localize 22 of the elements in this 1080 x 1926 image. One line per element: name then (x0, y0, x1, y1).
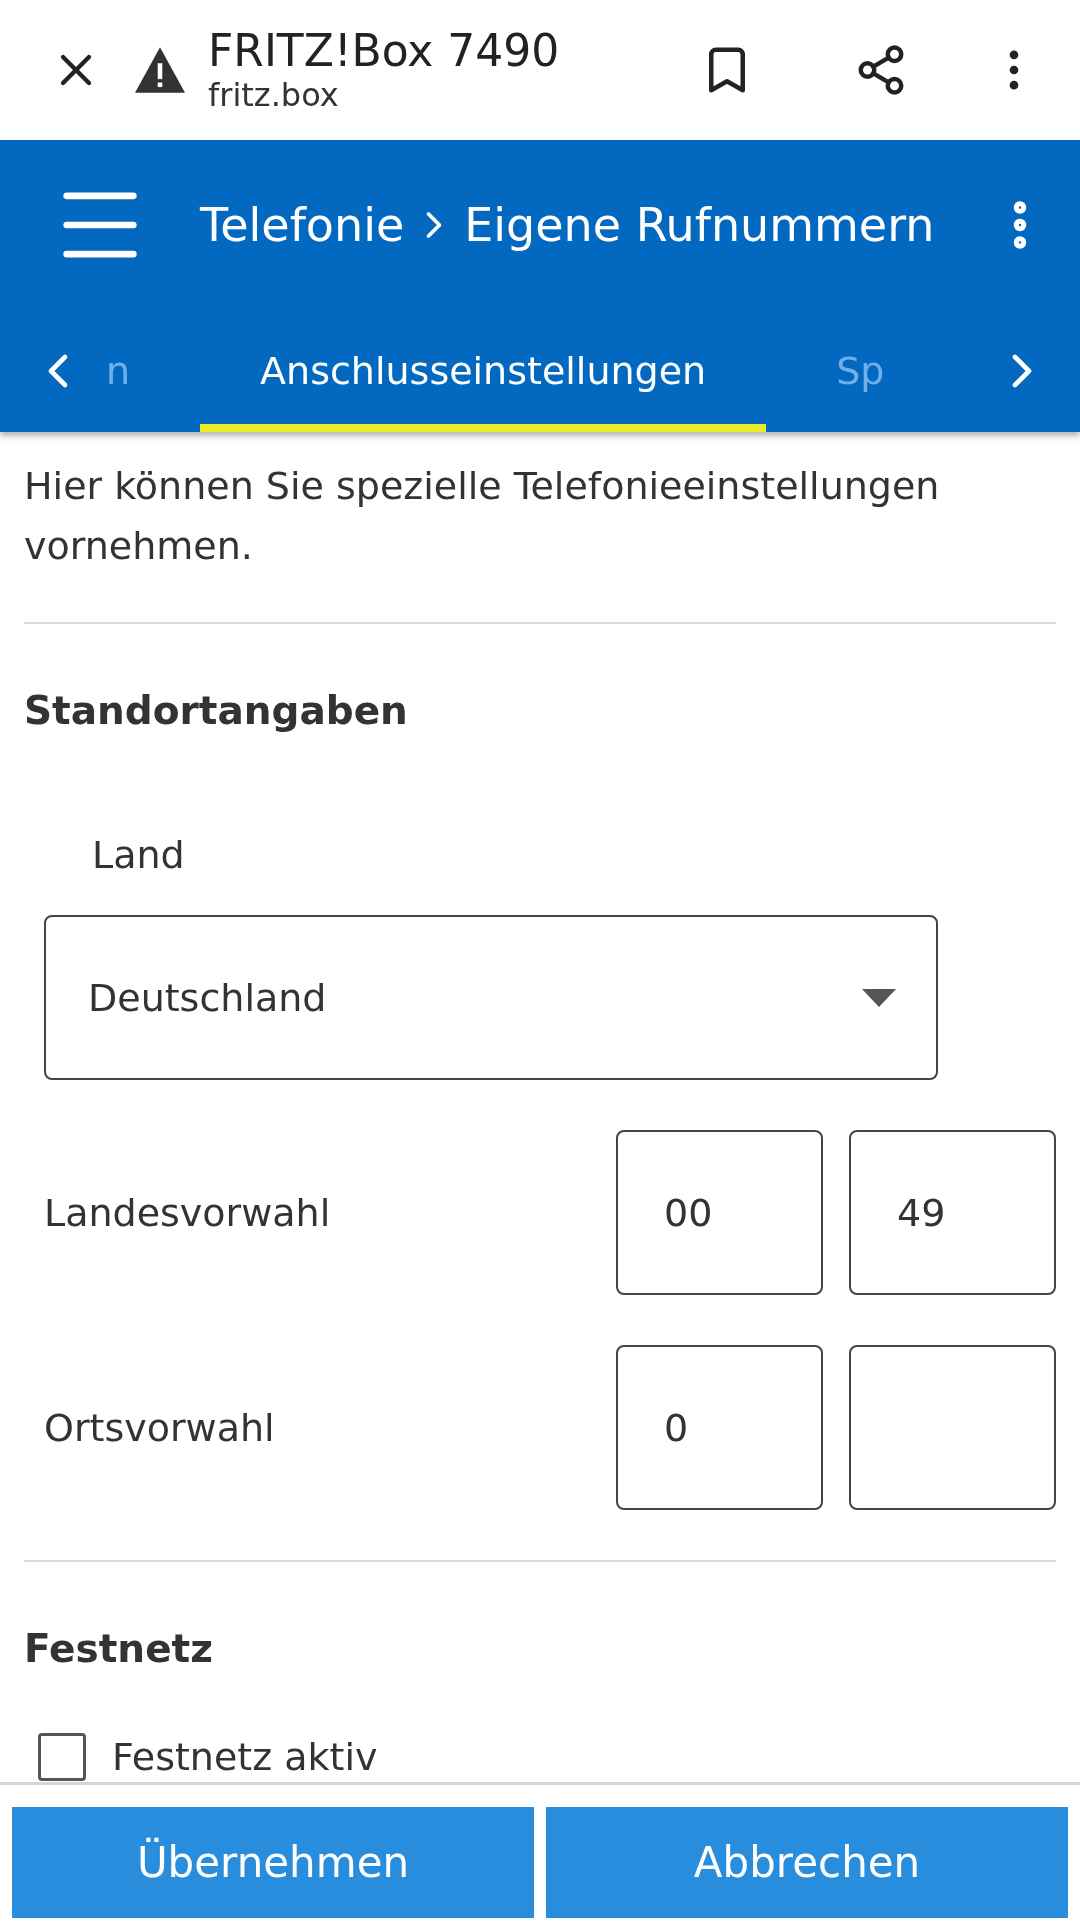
page-title: FRITZ!Box 7490 (208, 26, 561, 76)
checkbox[interactable] (38, 1733, 86, 1781)
page-url: fritz.box (208, 76, 340, 114)
warning-icon (132, 45, 188, 95)
section-heading: Standortangaben (24, 687, 409, 733)
field-label: Landesvorwahl (44, 1190, 332, 1235)
breadcrumb-item: Telefonie (200, 198, 405, 252)
tab[interactable]: Anschlusseinstellungen (200, 310, 767, 432)
input-field[interactable]: 49 (849, 1130, 1056, 1295)
field-label: Land (92, 833, 186, 877)
section-heading: Festnetz (24, 1625, 214, 1671)
caret-icon (862, 988, 896, 1007)
checkbox-label: Festnetz aktiv (112, 1735, 378, 1779)
apply-button[interactable]: Übernehmen (12, 1807, 534, 1918)
input-field[interactable]: 00 (616, 1130, 823, 1295)
cancel-button[interactable]: Abbrechen (546, 1807, 1068, 1918)
input-field[interactable]: 0 (616, 1345, 823, 1510)
country-select[interactable]: Deutschland (44, 915, 938, 1080)
input-field[interactable] (849, 1345, 1056, 1510)
breadcrumb-item: Eigene Rufnummern (464, 198, 935, 252)
field-label: Ortsvorwahl (44, 1405, 276, 1450)
intro-text: Hier können Sie spezielle Telefonieeinstellungen vornehmen. (24, 456, 1056, 624)
